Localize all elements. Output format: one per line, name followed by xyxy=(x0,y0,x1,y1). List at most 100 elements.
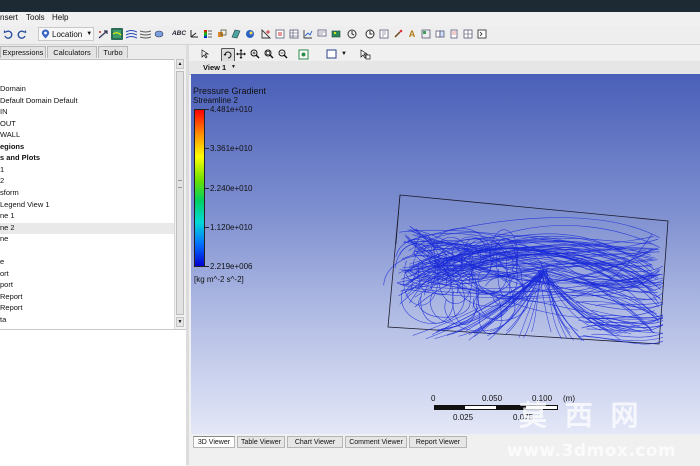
location-button[interactable]: Location ▼ xyxy=(38,27,94,41)
clip-plane-icon[interactable] xyxy=(230,28,242,40)
tab-chart-viewer[interactable]: Chart Viewer xyxy=(287,436,343,448)
pan-icon[interactable] xyxy=(235,48,247,60)
streamline xyxy=(591,332,664,338)
tree-item[interactable]: Default Domain Default xyxy=(0,96,174,107)
tab-report-viewer[interactable]: Report Viewer xyxy=(409,436,467,448)
menu-tools[interactable]: Tools xyxy=(26,13,45,22)
tree-item[interactable] xyxy=(0,246,174,257)
tree-item[interactable]: ne 1 xyxy=(0,211,174,222)
tree-item[interactable]: Report xyxy=(0,292,174,303)
tab-expressions[interactable]: Expressions xyxy=(0,46,46,58)
3d-viewport[interactable]: Pressure Gradient Streamline 2 4.481e+01… xyxy=(191,74,700,434)
streamline-group xyxy=(383,217,664,345)
mesh-icon[interactable] xyxy=(462,28,474,40)
quick-editor-icon[interactable] xyxy=(378,28,390,40)
tree-item-label: Domain xyxy=(0,84,26,93)
tree-item[interactable]: ta xyxy=(0,315,174,326)
probe-icon[interactable] xyxy=(392,28,404,40)
streamline-icon[interactable] xyxy=(125,28,137,40)
scale-label: 0.050 xyxy=(482,394,503,403)
tree-item-label: ne 1 xyxy=(0,211,15,221)
tab-turbo[interactable]: Turbo xyxy=(98,46,128,58)
tree-item-label: 2 xyxy=(0,176,5,186)
zoom-icon[interactable] xyxy=(249,48,261,60)
command-editor-icon[interactable] xyxy=(476,28,488,40)
tree-item-label: IN xyxy=(0,107,8,117)
menu-bar: nsert Tools Help xyxy=(0,12,700,26)
scroll-down-arrow[interactable]: ▼ xyxy=(176,317,184,327)
highlight-icon[interactable] xyxy=(359,48,371,60)
toolbar: Location ▼ ABC A xyxy=(0,26,700,45)
particle-track-icon[interactable] xyxy=(139,28,151,40)
tab-table-viewer[interactable]: Table Viewer xyxy=(237,436,285,448)
view-selector[interactable]: View 1 ▼ xyxy=(189,61,700,75)
tree-item-label: WALL xyxy=(0,130,21,140)
comment-icon[interactable] xyxy=(316,28,328,40)
expression-icon[interactable] xyxy=(274,28,286,40)
tree-item[interactable]: sform xyxy=(0,188,174,199)
menu-insert[interactable]: nsert xyxy=(0,13,18,22)
fit-view-icon[interactable] xyxy=(297,48,309,60)
undo-icon[interactable] xyxy=(2,28,14,40)
instance-transform-icon[interactable] xyxy=(216,28,228,40)
tree-item[interactable]: WALL xyxy=(0,130,174,141)
volume-rendering-icon[interactable] xyxy=(153,28,165,40)
outline-tree: Domain Default Domain Default IN OUT WALL egi… xyxy=(0,59,174,330)
color-map-icon[interactable] xyxy=(244,28,256,40)
tree-item[interactable]: ort xyxy=(0,269,174,280)
tree-item[interactable]: ne 2 xyxy=(0,222,174,234)
tree-item[interactable]: IN xyxy=(0,107,174,118)
tree-item[interactable]: OUT xyxy=(0,119,174,130)
tree-item[interactable]: Domain xyxy=(0,84,174,95)
rotate-icon[interactable] xyxy=(221,48,235,62)
scrollbar-thumb[interactable] xyxy=(176,71,184,315)
select-icon[interactable] xyxy=(199,48,211,60)
streamline xyxy=(474,269,541,335)
table-icon[interactable] xyxy=(288,28,300,40)
redo-icon[interactable] xyxy=(16,28,28,40)
coord-frame-icon[interactable] xyxy=(188,28,200,40)
tree-item-label: ort xyxy=(0,268,9,278)
tree-item[interactable]: Report xyxy=(0,303,174,314)
vector-icon[interactable] xyxy=(97,28,109,40)
tab-3d-viewer[interactable]: 3D Viewer xyxy=(193,436,235,448)
tree-item[interactable]: egions xyxy=(0,142,174,153)
text-abc-icon[interactable]: ABC xyxy=(172,28,186,40)
tab-calculators[interactable]: Calculators xyxy=(47,46,97,58)
tab-comment-viewer[interactable]: Comment Viewer xyxy=(345,436,407,448)
tree-item-label: Report xyxy=(0,303,23,313)
zoom-fit-icon[interactable] xyxy=(277,48,289,60)
figure-icon[interactable] xyxy=(330,28,342,40)
scroll-up-arrow[interactable]: ▲ xyxy=(176,59,184,69)
panel-divider[interactable] xyxy=(186,45,189,465)
case-comparison-icon[interactable] xyxy=(434,28,446,40)
clock-icon[interactable] xyxy=(364,28,376,40)
tree-item[interactable]: 2 xyxy=(0,176,174,187)
tree-item[interactable]: ne xyxy=(0,234,174,245)
tree-item[interactable]: Legend View 1 xyxy=(0,200,174,211)
tree-item-label: Legend View 1 xyxy=(0,199,50,209)
report-icon[interactable] xyxy=(448,28,460,40)
contour-icon[interactable] xyxy=(111,28,123,40)
variable-icon[interactable] xyxy=(260,28,272,40)
tree-item[interactable]: 1 xyxy=(0,165,174,176)
legend-icon[interactable] xyxy=(202,28,214,40)
tree-scrollbar[interactable]: ▲ ▼ xyxy=(174,59,185,329)
chart-icon[interactable] xyxy=(302,28,314,40)
layout-dropdown-icon[interactable]: ▼ xyxy=(338,48,350,60)
tree-item[interactable]: port xyxy=(0,280,174,291)
streamline-plot xyxy=(383,194,669,345)
chevron-down-icon: ▼ xyxy=(86,31,93,37)
tree-item[interactable]: e xyxy=(0,257,174,268)
tree-item-label: ne 2 xyxy=(0,222,15,232)
tree-item[interactable]: s and Plots xyxy=(0,153,174,164)
viewport-layout-icon[interactable] xyxy=(325,48,337,60)
streamline xyxy=(585,324,664,332)
menu-help[interactable]: Help xyxy=(52,13,68,22)
animation-icon[interactable] xyxy=(346,28,358,40)
viewer-tabs: 3D Viewer Table Viewer Chart Viewer Comm… xyxy=(189,434,700,465)
macro-icon[interactable] xyxy=(420,28,432,40)
view-dropdown-icon: ▼ xyxy=(231,64,236,70)
zoom-box-icon[interactable] xyxy=(263,48,275,60)
function-calculator-icon[interactable]: A xyxy=(406,28,418,40)
